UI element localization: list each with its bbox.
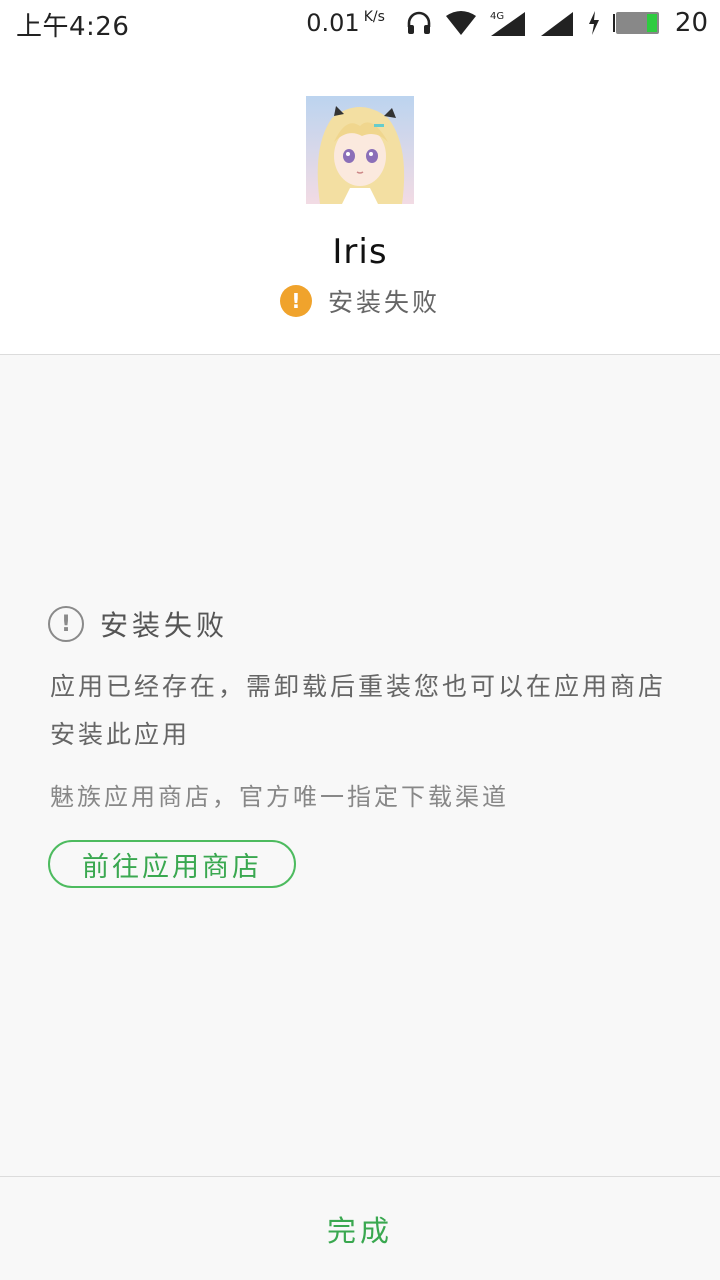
status-bar: 上午4:26 0.01 K/s 4G 20 <box>0 0 720 46</box>
net-speed: 0.01 <box>306 9 360 37</box>
info-circle-icon: ! <box>48 606 84 642</box>
status-icons: 0.01 K/s 4G 20 <box>306 6 708 40</box>
wifi-icon <box>445 10 477 36</box>
footer: 完成 <box>0 1177 720 1280</box>
error-description: 应用已经存在，需卸载后重装您也可以在应用商店安装此应用 <box>50 672 667 749</box>
app-header: Iris ! 安装失败 <box>0 46 720 355</box>
install-status: ! 安装失败 <box>0 283 720 319</box>
status-time: 上午4:26 <box>16 12 130 42</box>
done-button[interactable]: 完成 <box>297 1198 423 1260</box>
error-title: 安装失败 <box>100 609 229 642</box>
install-status-text: 安装失败 <box>327 288 440 317</box>
headphones-icon <box>405 9 433 37</box>
error-heading: ! 安装失败 <box>48 604 228 644</box>
app-icon <box>306 96 414 204</box>
battery-level: 20 <box>674 8 708 38</box>
warning-icon: ! <box>279 285 312 317</box>
signal-icon <box>539 9 575 37</box>
channel-note: 魅族应用商店，官方唯一指定下载渠道 <box>50 783 509 811</box>
charging-icon <box>587 10 601 36</box>
svg-text:4G: 4G <box>490 11 504 22</box>
error-content: ! 安装失败 应用已经存在，需卸载后重装您也可以在应用商店安装此应用 魅族应用商… <box>0 355 720 1176</box>
go-to-store-button[interactable]: 前往应用商店 <box>48 840 296 888</box>
battery-icon <box>612 11 661 35</box>
app-name: Iris <box>332 232 388 272</box>
net-speed-unit: K/s <box>363 9 385 25</box>
signal-4g-icon: 4G <box>489 9 527 37</box>
